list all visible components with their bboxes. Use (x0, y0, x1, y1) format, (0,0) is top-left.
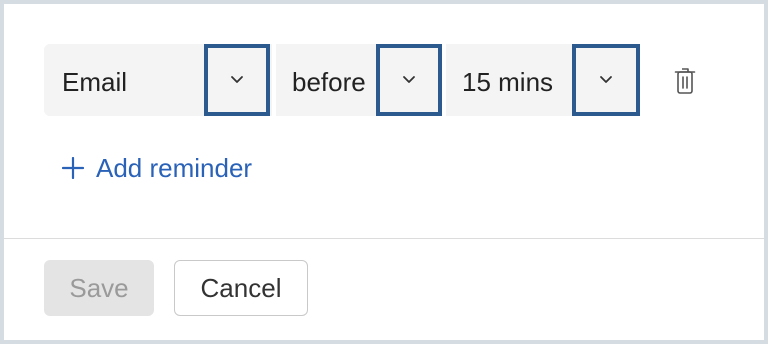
reminder-row: Email before 15 mins (44, 44, 640, 116)
cancel-button[interactable]: Cancel (174, 260, 308, 316)
reminder-panel: Email before 15 mins Add reminder Save C… (4, 4, 764, 340)
channel-dropdown-button[interactable] (204, 44, 270, 116)
add-reminder-label: Add reminder (96, 152, 253, 183)
relation-select-value[interactable]: before (292, 44, 366, 116)
chevron-down-icon (403, 76, 415, 83)
add-reminder-link[interactable]: Add reminder (62, 148, 252, 188)
offset-select-value[interactable]: 15 mins (462, 44, 553, 116)
chevron-down-icon (600, 76, 612, 83)
offset-dropdown-button[interactable] (572, 44, 640, 116)
field-separator (272, 44, 276, 116)
field-separator (442, 44, 446, 116)
plus-icon (62, 157, 84, 179)
relation-dropdown-button[interactable] (376, 44, 442, 116)
footer-divider (4, 238, 764, 239)
save-button[interactable]: Save (44, 260, 154, 316)
chevron-down-icon (231, 76, 243, 83)
channel-select-value[interactable]: Email (62, 44, 127, 116)
delete-reminder-button[interactable] (672, 66, 698, 96)
trash-icon (674, 68, 696, 94)
